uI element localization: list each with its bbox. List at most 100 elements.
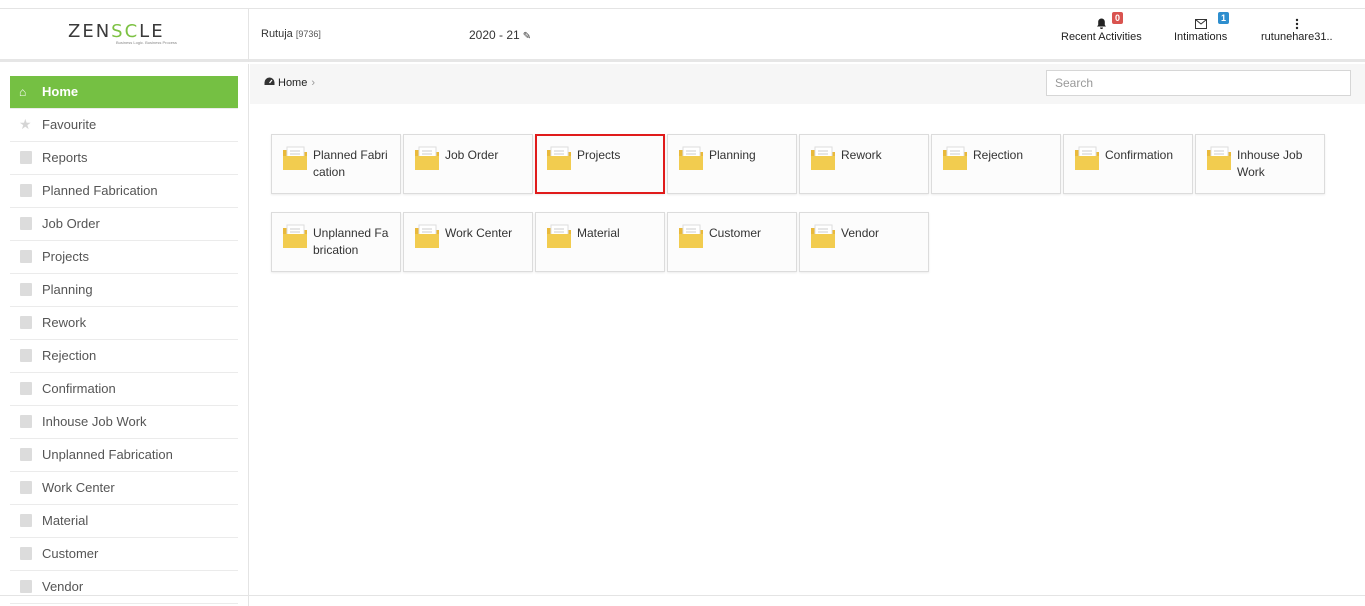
tile-material[interactable]: Material <box>535 212 665 272</box>
folder-icon <box>20 217 32 230</box>
sidebar-item-vendor[interactable]: Vendor <box>10 571 238 604</box>
folder-icon <box>811 224 835 248</box>
recent-activities-label: Recent Activities <box>1061 31 1142 43</box>
tile-label: Vendor <box>841 226 880 240</box>
folder-icon <box>415 224 439 248</box>
edit-icon[interactable]: ✎ <box>523 31 531 42</box>
top-border <box>0 0 1365 9</box>
intimations-button[interactable]: 1 Intimations <box>1174 12 1230 43</box>
folder-icon <box>1207 146 1231 170</box>
folder-icon <box>1075 146 1099 170</box>
recent-activities-badge: 0 <box>1112 12 1124 24</box>
tile-label: Planned Fabri cation <box>313 148 388 179</box>
bottom-border <box>0 595 1365 596</box>
envelope-icon: 1 <box>1174 12 1230 31</box>
folder-icon <box>20 316 32 329</box>
financial-year[interactable]: 2020 - 21 ✎ <box>469 28 531 42</box>
financial-year-label: 2020 - 21 <box>469 28 520 42</box>
tile-label: Job Order <box>445 148 499 162</box>
folder-icon <box>679 146 703 170</box>
tile-label: Planning <box>709 148 756 162</box>
user-name: Rutuja <box>261 28 293 40</box>
tile-label: Confirmation <box>1105 148 1174 162</box>
breadcrumb-separator: › <box>311 77 316 89</box>
folder-icon <box>20 514 32 527</box>
folder-icon <box>283 224 307 248</box>
tile-label: Work Center <box>445 226 513 240</box>
sidebar-item-inhouse-job-work[interactable]: Inhouse Job Work <box>10 406 238 439</box>
more-vertical-icon <box>1261 15 1333 31</box>
account-menu-button[interactable]: rutunehare31.. <box>1261 15 1333 43</box>
breadcrumb[interactable]: Home › <box>264 77 315 89</box>
folder-icon <box>20 349 32 362</box>
folder-icon <box>20 580 32 593</box>
folder-icon <box>20 184 32 197</box>
tile-label: Unplanned Fa brication <box>313 226 389 257</box>
folder-icon <box>20 481 32 494</box>
folder-icon <box>20 415 32 428</box>
sidebar-item-job-order[interactable]: Job Order <box>10 208 238 241</box>
tile-label: Rejection <box>973 148 1024 162</box>
breadcrumb-home[interactable]: Home <box>278 77 307 89</box>
tile-projects[interactable]: Projects <box>535 134 665 194</box>
folder-icon <box>20 250 32 263</box>
sidebar-item-unplanned-fabrication[interactable]: Unplanned Fabrication <box>10 439 238 472</box>
tile-planning[interactable]: Planning <box>667 134 797 194</box>
folder-icon <box>20 283 32 296</box>
home-icon: ⌂ <box>19 85 27 99</box>
dashboard-icon <box>264 77 275 85</box>
folder-icon <box>547 224 571 248</box>
folder-icon <box>415 146 439 170</box>
folder-icon <box>283 146 307 170</box>
tile-customer[interactable]: Customer <box>667 212 797 272</box>
intimations-label: Intimations <box>1174 31 1228 43</box>
sidebar-item-favourite[interactable]: ★ Favourite <box>10 109 238 142</box>
sidebar-item-reports[interactable]: Reports <box>10 142 238 175</box>
tile-label: Inhouse Job Work <box>1237 148 1303 179</box>
search-input[interactable] <box>1046 70 1351 96</box>
folder-icon <box>679 224 703 248</box>
star-icon: ★ <box>19 116 32 132</box>
sidebar-item-planned-fabrication[interactable]: Planned Fabrication <box>10 175 238 208</box>
top-header: ZENSCLE Business Logic. Business Process… <box>0 9 1365 62</box>
sidebar-item-projects[interactable]: Projects <box>10 241 238 274</box>
tile-planned-fabrication[interactable]: Planned Fabri cation <box>271 134 401 194</box>
sidebar-item-rework[interactable]: Rework <box>10 307 238 340</box>
app-logo: ZENSCLE <box>68 21 165 42</box>
folder-icon <box>20 448 32 461</box>
breadcrumb-bar: Home › <box>250 64 1365 104</box>
sidebar-item-planning[interactable]: Planning <box>10 274 238 307</box>
user-id: [9736] <box>295 29 321 39</box>
tile-confirmation[interactable]: Confirmation <box>1063 134 1193 194</box>
logo-container[interactable]: ZENSCLE Business Logic. Business Process <box>0 9 249 62</box>
file-icon <box>20 151 32 164</box>
tile-job-order[interactable]: Job Order <box>403 134 533 194</box>
user-info: Rutuja [9736] <box>261 28 321 40</box>
tile-label: Rework <box>841 148 882 162</box>
account-label: rutunehare31.. <box>1261 31 1333 43</box>
app-tagline: Business Logic. Business Process <box>116 40 177 45</box>
sidebar-item-rejection[interactable]: Rejection <box>10 340 238 373</box>
tile-work-center[interactable]: Work Center <box>403 212 533 272</box>
folder-icon <box>20 547 32 560</box>
intimations-badge: 1 <box>1218 12 1230 24</box>
sidebar-item-home[interactable]: ⌂ Home <box>10 76 238 109</box>
folder-icon <box>20 382 32 395</box>
folder-icon <box>811 146 835 170</box>
recent-activities-button[interactable]: 0 Recent Activities <box>1061 12 1142 43</box>
tile-label: Material <box>577 226 620 240</box>
tile-label: Projects <box>577 148 621 162</box>
tile-unplanned-fabrication[interactable]: Unplanned Fa brication <box>271 212 401 272</box>
tile-rework[interactable]: Rework <box>799 134 929 194</box>
folder-icon <box>547 146 571 170</box>
sidebar-item-material[interactable]: Material <box>10 505 238 538</box>
bell-icon: 0 <box>1061 12 1142 31</box>
sidebar-item-confirmation[interactable]: Confirmation <box>10 373 238 406</box>
tile-inhouse-job-work[interactable]: Inhouse Job Work <box>1195 134 1325 194</box>
tile-label: Customer <box>709 226 762 240</box>
tile-rejection[interactable]: Rejection <box>931 134 1061 194</box>
sidebar: ⌂ Home ★ Favourite Reports Planned Fabrica… <box>0 64 249 606</box>
tile-vendor[interactable]: Vendor <box>799 212 929 272</box>
sidebar-item-work-center[interactable]: Work Center <box>10 472 238 505</box>
sidebar-item-customer[interactable]: Customer <box>10 538 238 571</box>
